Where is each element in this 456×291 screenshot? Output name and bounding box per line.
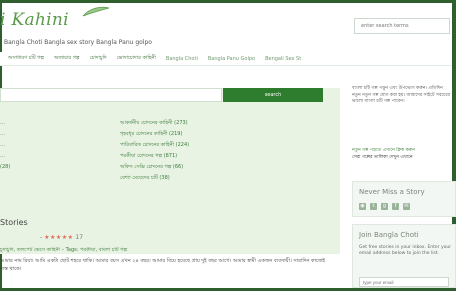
- main-search-button[interactable]: search: [223, 88, 323, 102]
- category-link[interactable]: পরকীয়া চোদনের গল্প (871): [120, 153, 320, 164]
- category-link[interactable]: …: [0, 120, 30, 131]
- main-nav: অসাধারণ চটি গল্প অজাচার গল্প চোদাচুদি ভো…: [0, 52, 452, 66]
- story-tags[interactable]: চুদাচুদি, তলপেট ভেসে কাহিনী – Tags: পরকী…: [0, 247, 330, 255]
- category-link[interactable]: বেশ্যা মেয়েদের চটি (38): [120, 175, 320, 186]
- nav-item-1[interactable]: অসাধারণ চটি গল্প: [8, 55, 44, 63]
- rating-count: 17: [75, 234, 84, 241]
- sidebar-links: নতুন গল্প পড়তে এখানে ক্লিক করুন সেরা গল…: [352, 148, 452, 161]
- main-search-input[interactable]: [0, 88, 222, 102]
- logo-leaf-icon: [82, 6, 110, 17]
- category-link[interactable]: গৃহবধূর চোদনের কাহিনী (219): [120, 131, 320, 142]
- category-link[interactable]: অফিস সেক্সি চোদনের গল্প (66): [120, 164, 320, 175]
- join-email-input[interactable]: [359, 277, 449, 287]
- join-box: Join Bangla Choti Get free stories in yo…: [352, 224, 456, 288]
- site-logo[interactable]: i Kahini: [0, 10, 69, 30]
- newsletter-title: Never Miss a Story: [359, 188, 425, 196]
- category-link[interactable]: …: [0, 131, 30, 142]
- join-description: Get free stories in your inbox. Enter yo…: [359, 245, 452, 256]
- facebook-icon[interactable]: f: [392, 203, 399, 210]
- sidebar-link[interactable]: সেরা গল্পের তালিকা দেখুন এখানে: [352, 155, 452, 162]
- category-link[interactable]: …: [0, 153, 30, 164]
- join-title: Join Bangla Choti: [359, 231, 419, 239]
- nav-item-4[interactable]: ভোদাচোদার কাহিনী: [117, 55, 156, 63]
- rating-stars-icon[interactable]: ★★★★★: [44, 234, 73, 241]
- sidebar: বাংলা চটি গল্প পড়ুন এবং উপভোগ করুন। প্র…: [350, 72, 456, 288]
- story-rating: - ★★★★★ 17: [40, 234, 83, 241]
- nav-item-bangla-choti[interactable]: Bangla Choti: [166, 56, 198, 62]
- twitter-icon[interactable]: t: [370, 203, 377, 210]
- category-link[interactable]: …: [0, 142, 30, 153]
- site-tagline: Bangla Choti Bangla sex story Bangla Pan…: [4, 39, 152, 46]
- nav-item-2[interactable]: অজাচার গল্প: [54, 55, 80, 63]
- story-excerpt: আমার নাম রিয়া। আমি একটা ছোট শহরে থাকি। …: [0, 258, 326, 272]
- sidebar-text: বাংলা চটি গল্প পড়ুন এবং উপভোগ করুন। প্র…: [352, 86, 451, 104]
- header-search-input[interactable]: [354, 18, 450, 34]
- site-logo-text: i Kahini: [0, 10, 69, 30]
- category-list: আকর্ষনীয় চোদনের কাহিনী (273) গৃহবধূর চো…: [120, 120, 320, 186]
- newsletter-box: Never Miss a Story ◉ t g f ✉: [352, 181, 456, 217]
- google-plus-icon[interactable]: g: [381, 203, 388, 210]
- main-content: search … … … … (28) আকর্ষনীয় চোদনের কাহ…: [0, 72, 340, 288]
- page-frame: i Kahini Bangla Choti Bangla sex story B…: [0, 0, 456, 291]
- category-link[interactable]: আকর্ষনীয় চোদনের কাহিনী (273): [120, 120, 320, 131]
- nav-item-bengali-sex-story[interactable]: Bengali Sex St: [265, 56, 301, 62]
- social-icons: ◉ t g f ✉: [359, 203, 410, 210]
- nav-item-3[interactable]: চোদাচুদি: [90, 55, 107, 63]
- rss-icon[interactable]: ◉: [359, 203, 366, 210]
- window-edge-top: [0, 0, 456, 3]
- email-icon[interactable]: ✉: [403, 203, 410, 210]
- category-list-left: … … … … (28): [0, 120, 30, 175]
- category-link[interactable]: পারিবারিক চোদনের কাহিনী (224): [120, 142, 320, 153]
- nav-item-bangla-panu-golpo[interactable]: Bangla Panu Golpo: [208, 56, 255, 62]
- stories-heading: Stories: [0, 218, 28, 227]
- rating-dash: -: [40, 234, 43, 241]
- category-link[interactable]: (28): [0, 164, 30, 175]
